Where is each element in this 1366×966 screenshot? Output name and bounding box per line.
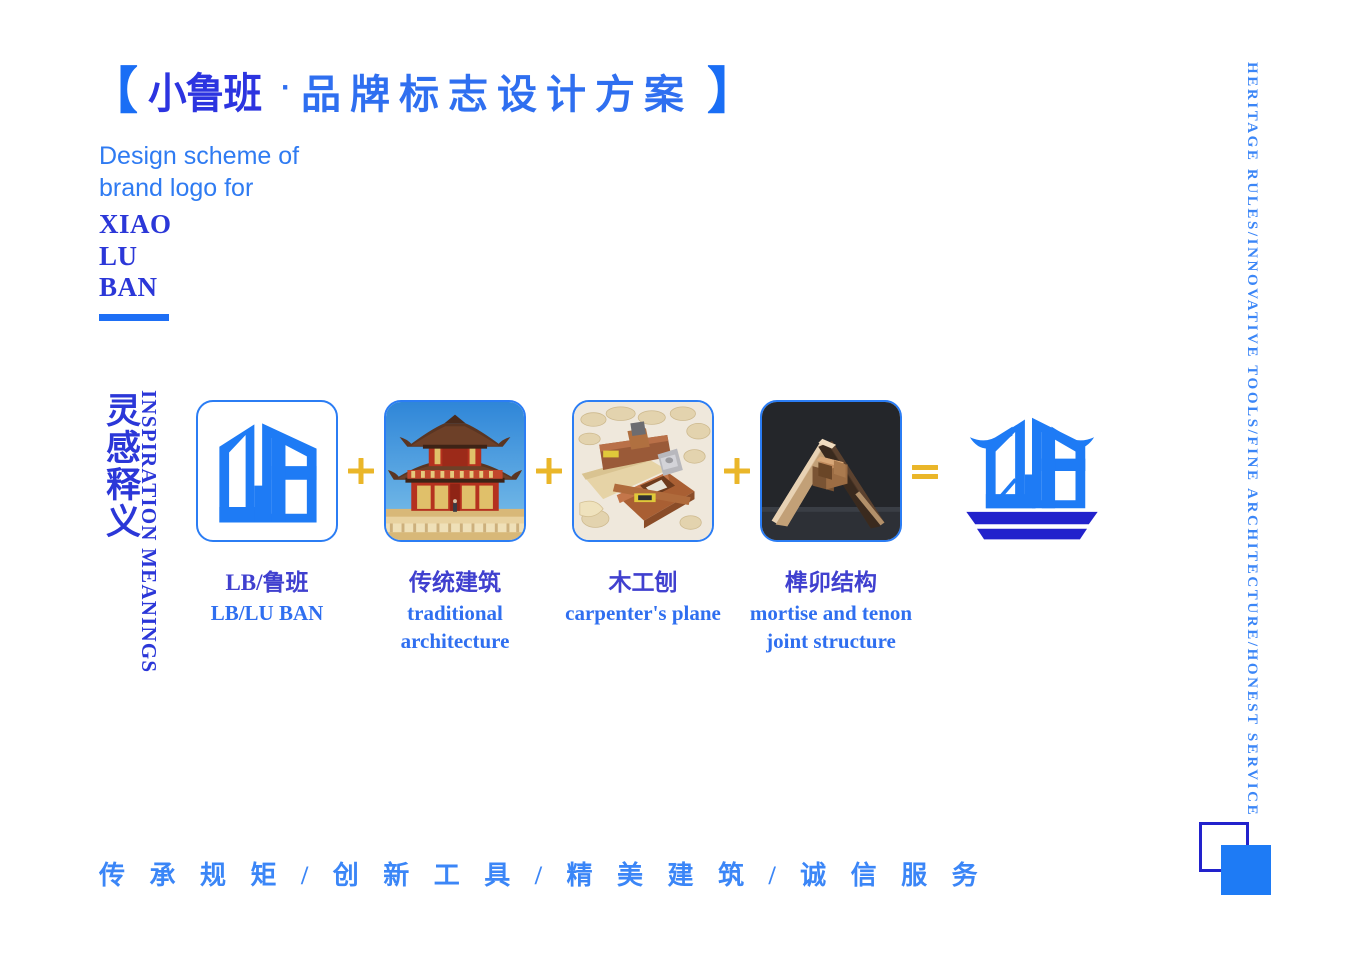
caption-en-1: LB/LU BAN xyxy=(210,601,324,626)
caption-joint: 榫卯结构 mortise and tenon joint structure xyxy=(750,566,912,656)
formula-item-lb-monogram: LB/鲁班 LB/LU BAN xyxy=(196,400,338,625)
caption-cn: LB/鲁班 xyxy=(225,570,309,595)
caption-cn: 传统建筑 xyxy=(408,570,501,595)
subtitle-line-2: brand logo for xyxy=(99,173,254,202)
caption-lb-monogram: LB/鲁班 LB/LU BAN xyxy=(211,566,324,627)
formula-item-plane: 木工刨 carpenter's plane xyxy=(565,400,721,625)
section-label-en: INSPIRATION MEANINGS xyxy=(137,390,161,674)
operator-plus-3 xyxy=(714,400,760,542)
operator-plus-2 xyxy=(526,400,572,542)
final-luban-logo-icon xyxy=(948,400,1116,542)
formula-item-joint: 榫卯结构 mortise and tenon joint structure xyxy=(750,400,912,653)
title-separator-dot: · xyxy=(281,70,292,104)
subtitle: Design scheme of brand logo for xyxy=(99,141,299,204)
footer-tagline: 传 承 规 矩 / 创 新 工 具 / 精 美 建 筑 / 诚 信 服 务 xyxy=(99,861,987,890)
divider-rule xyxy=(99,314,169,321)
page-title: 【 小鲁班 · 品牌标志设计方案 】 xyxy=(88,60,757,121)
caption-en-1: carpenter's plane xyxy=(565,601,721,626)
carpenters-plane-photo xyxy=(572,400,714,542)
bracket-close-icon: 】 xyxy=(707,62,758,119)
caption-en-1: traditional xyxy=(407,601,503,626)
brand-name-line-2: LU xyxy=(99,240,138,271)
caption-en-2: joint structure xyxy=(766,629,896,654)
caption-architecture: 传统建筑 traditional architecture xyxy=(401,566,510,656)
title-rest: 品牌标志设计方案 xyxy=(301,71,694,117)
right-vertical-caption: HERITAGE RULES/INNOVATIVE TOOLS/FINE ARC… xyxy=(1244,62,1260,818)
lb-monogram-logo-icon xyxy=(196,400,338,542)
subtitle-line-1: Design scheme of xyxy=(99,142,300,170)
brand-name-line-1: XIAO xyxy=(99,209,172,239)
section-label-cn: 灵感释义 xyxy=(101,392,140,540)
caption-en-2: architecture xyxy=(400,629,510,654)
caption-en-1: mortise and tenon xyxy=(749,601,913,626)
caption-cn: 榫卯结构 xyxy=(784,570,877,595)
traditional-architecture-photo xyxy=(384,400,526,542)
formula-result-final-logo xyxy=(948,400,1116,542)
brand-name-block: XIAO LU BAN xyxy=(99,209,172,304)
formula-item-architecture: 传统建筑 traditional architecture xyxy=(384,400,526,653)
decor-square-filled xyxy=(1221,845,1271,895)
inspiration-formula: LB/鲁班 LB/LU BAN 传统建筑 traditional archite… xyxy=(196,400,1216,653)
caption-cn: 木工刨 xyxy=(608,570,678,595)
mortise-tenon-joint-photo xyxy=(760,400,902,542)
caption-plane: 木工刨 carpenter's plane xyxy=(565,566,721,627)
operator-plus-1 xyxy=(338,400,384,542)
bracket-open-icon: 【 xyxy=(88,62,138,119)
operator-equals xyxy=(902,400,948,542)
title-brand: 小鲁班 xyxy=(148,70,262,117)
slide-canvas: 【 小鲁班 · 品牌标志设计方案 】 Design scheme of bran… xyxy=(0,0,1366,966)
brand-name-line-3: BAN xyxy=(99,272,158,303)
